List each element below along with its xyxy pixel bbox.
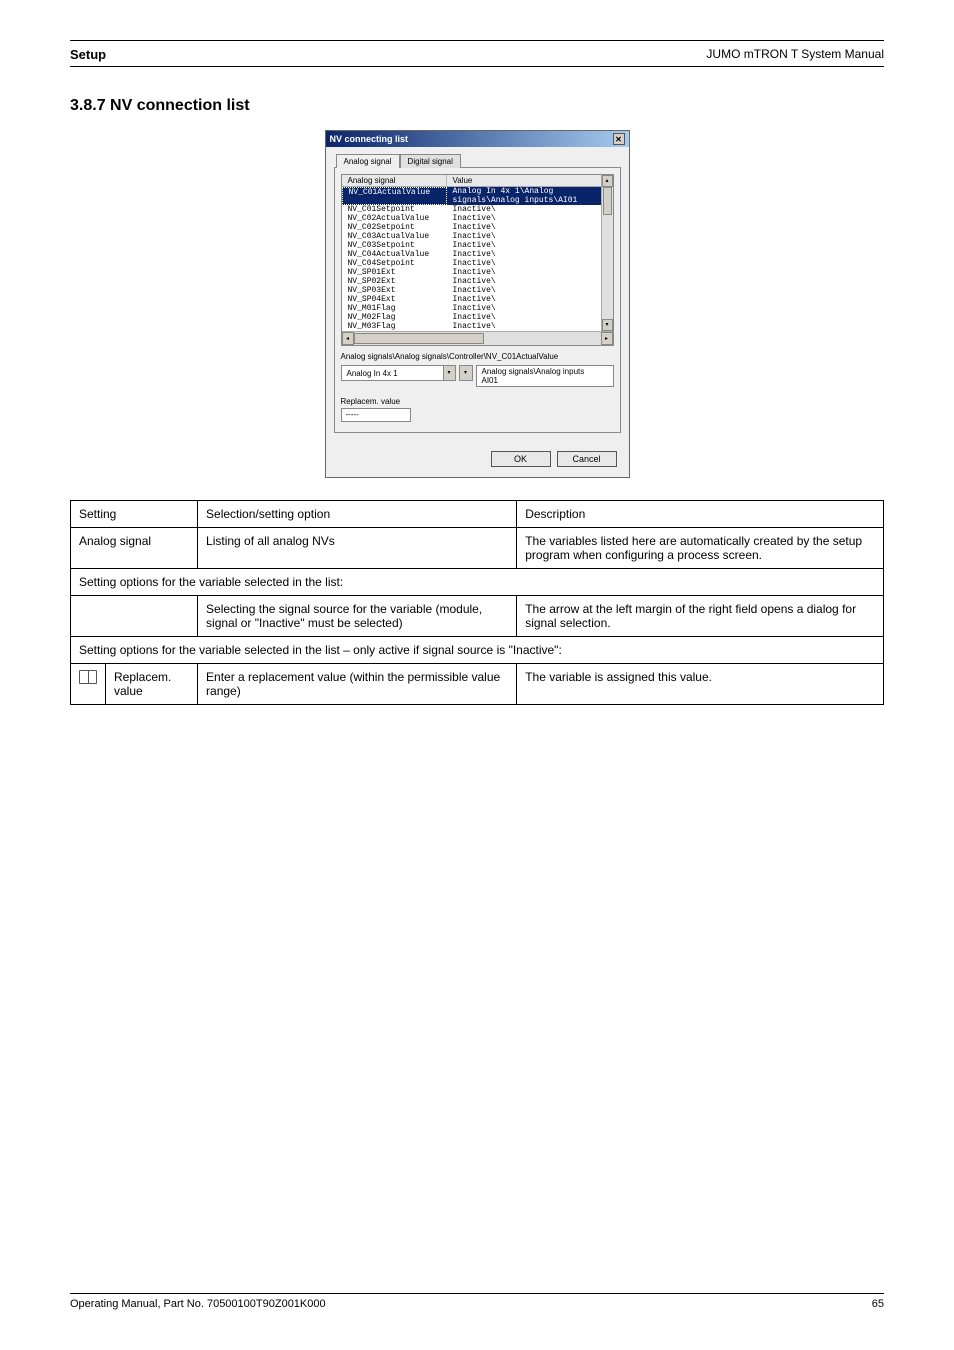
cell-replacem: Replacem. value	[106, 664, 198, 705]
header-title: Setup	[70, 47, 106, 62]
row-value: Inactive\	[447, 250, 613, 259]
header-doc: JUMO mTRON T System Manual	[706, 47, 884, 62]
horizontal-scrollbar[interactable]: ◂ ▸	[342, 331, 613, 345]
cell-source-description: The arrow at the left margin of the righ…	[517, 596, 884, 637]
cell-analog-description: The variables listed here are automatica…	[517, 528, 884, 569]
th-setting: Setting	[71, 501, 198, 528]
row-name: NV_SP01Ext	[342, 268, 447, 277]
table-row[interactable]: NV_C04SetpointInactive\	[342, 259, 613, 268]
book-icon	[79, 670, 97, 684]
close-icon[interactable]: ✕	[613, 133, 625, 145]
tab-analog[interactable]: Analog signal	[336, 154, 400, 168]
row-name: NV_M03Flag	[342, 322, 447, 331]
table-row[interactable]: NV_C03ActualValueInactive\	[342, 232, 613, 241]
row-name: NV_C03Setpoint	[342, 241, 447, 250]
footer-left: Operating Manual, Part No. 70500100T90Z0…	[70, 1298, 326, 1310]
row-value: Inactive\	[447, 313, 613, 322]
subhead-2: Setting options for the variable selecte…	[71, 637, 884, 664]
row-value: Inactive\	[447, 322, 613, 331]
table-row[interactable]: NV_C04ActualValueInactive\	[342, 250, 613, 259]
signal-path: Analog signals\Analog signals\Controller…	[341, 352, 614, 361]
table-row[interactable]: NV_M02FlagInactive\	[342, 313, 613, 322]
replacement-value-field[interactable]: -----	[341, 408, 411, 422]
table-row[interactable]: NV_SP03ExtInactive\	[342, 286, 613, 295]
row-name: NV_C04Setpoint	[342, 259, 447, 268]
row-name: NV_C04ActualValue	[342, 250, 447, 259]
row-name: NV_SP02Ext	[342, 277, 447, 286]
col-name[interactable]: Analog signal	[342, 175, 447, 186]
col-value[interactable]: Value	[447, 175, 613, 186]
scroll-left-icon[interactable]: ◂	[342, 332, 354, 345]
cell-replacem-description: The variable is assigned this value.	[517, 664, 884, 705]
row-value: Inactive\	[447, 268, 613, 277]
row-value: Inactive\	[447, 214, 613, 223]
row-value: Inactive\	[447, 223, 613, 232]
chevron-down-icon[interactable]: ▾	[460, 366, 472, 380]
settings-table: Setting Selection/setting option Descrip…	[70, 500, 884, 705]
row-value: Inactive\	[447, 295, 613, 304]
cell-blank-1	[71, 596, 198, 637]
h-scroll-thumb[interactable]	[354, 333, 484, 344]
signal-list[interactable]: Analog signal Value NV_C01ActualValueAna…	[341, 174, 614, 346]
nv-connecting-dialog: NV connecting list ✕ Analog signal Digit…	[325, 130, 630, 478]
row-value: Inactive\	[447, 304, 613, 313]
table-row[interactable]: NV_SP02ExtInactive\	[342, 277, 613, 286]
row-name: NV_M01Flag	[342, 304, 447, 313]
subhead-1: Setting options for the variable selecte…	[71, 569, 884, 596]
row-name: NV_C03ActualValue	[342, 232, 447, 241]
row-value: Inactive\	[447, 232, 613, 241]
cell-source-selection: Selecting the signal source for the vari…	[198, 596, 517, 637]
table-row[interactable]: NV_SP01ExtInactive\	[342, 268, 613, 277]
ok-button[interactable]: OK	[491, 451, 551, 467]
table-row[interactable]: NV_C01ActualValueAnalog In 4x 1\Analog s…	[342, 187, 613, 205]
replacement-label: Replacem. value	[341, 397, 614, 406]
scroll-right-icon[interactable]: ▸	[601, 332, 613, 345]
cell-analog-signal: Analog signal	[71, 528, 198, 569]
row-name: NV_M02Flag	[342, 313, 447, 322]
table-row[interactable]: NV_C02SetpointInactive\	[342, 223, 613, 232]
vertical-scrollbar[interactable]: ▴ ▾	[601, 175, 613, 331]
row-value: Inactive\	[447, 286, 613, 295]
cell-replacem-selection: Enter a replacement value (within the pe…	[198, 664, 517, 705]
note-icon-cell	[71, 664, 106, 705]
row-name: NV_SP03Ext	[342, 286, 447, 295]
table-row[interactable]: NV_SP04ExtInactive\	[342, 295, 613, 304]
table-row[interactable]: NV_C02ActualValueInactive\	[342, 214, 613, 223]
section-heading: 3.8.7 NV connection list	[0, 67, 954, 115]
signal-select-open[interactable]: ▾	[459, 365, 473, 381]
table-row[interactable]: NV_C03SetpointInactive\	[342, 241, 613, 250]
row-name: NV_C02ActualValue	[342, 214, 447, 223]
dialog-title: NV connecting list	[330, 134, 409, 144]
cell-analog-selection: Listing of all analog NVs	[198, 528, 517, 569]
chevron-down-icon[interactable]: ▾	[443, 366, 455, 380]
scroll-down-icon[interactable]: ▾	[602, 319, 613, 331]
signal-select-value: Analog signals\Analog inputs AI01	[476, 365, 614, 387]
row-name: NV_C01Setpoint	[342, 205, 447, 214]
footer-page: 65	[872, 1298, 884, 1310]
th-description: Description	[517, 501, 884, 528]
scroll-thumb[interactable]	[603, 187, 612, 215]
row-value: Analog In 4x 1\Analog signals\Analog inp…	[447, 187, 613, 205]
module-select-value: Analog In 4x 1	[342, 369, 403, 378]
row-value: Inactive\	[447, 241, 613, 250]
table-row[interactable]: NV_M01FlagInactive\	[342, 304, 613, 313]
row-name: NV_SP04Ext	[342, 295, 447, 304]
row-name: NV_C02Setpoint	[342, 223, 447, 232]
module-select[interactable]: Analog In 4x 1 ▾	[341, 365, 456, 381]
row-value: Inactive\	[447, 277, 613, 286]
tab-digital[interactable]: Digital signal	[400, 154, 461, 168]
table-row[interactable]: NV_M03FlagInactive\	[342, 322, 613, 331]
row-value: Inactive\	[447, 205, 613, 214]
row-name: NV_C01ActualValue	[342, 187, 447, 205]
cancel-button[interactable]: Cancel	[557, 451, 617, 467]
row-value: Inactive\	[447, 259, 613, 268]
scroll-up-icon[interactable]: ▴	[602, 175, 613, 187]
th-selection: Selection/setting option	[198, 501, 517, 528]
table-row[interactable]: NV_C01SetpointInactive\	[342, 205, 613, 214]
